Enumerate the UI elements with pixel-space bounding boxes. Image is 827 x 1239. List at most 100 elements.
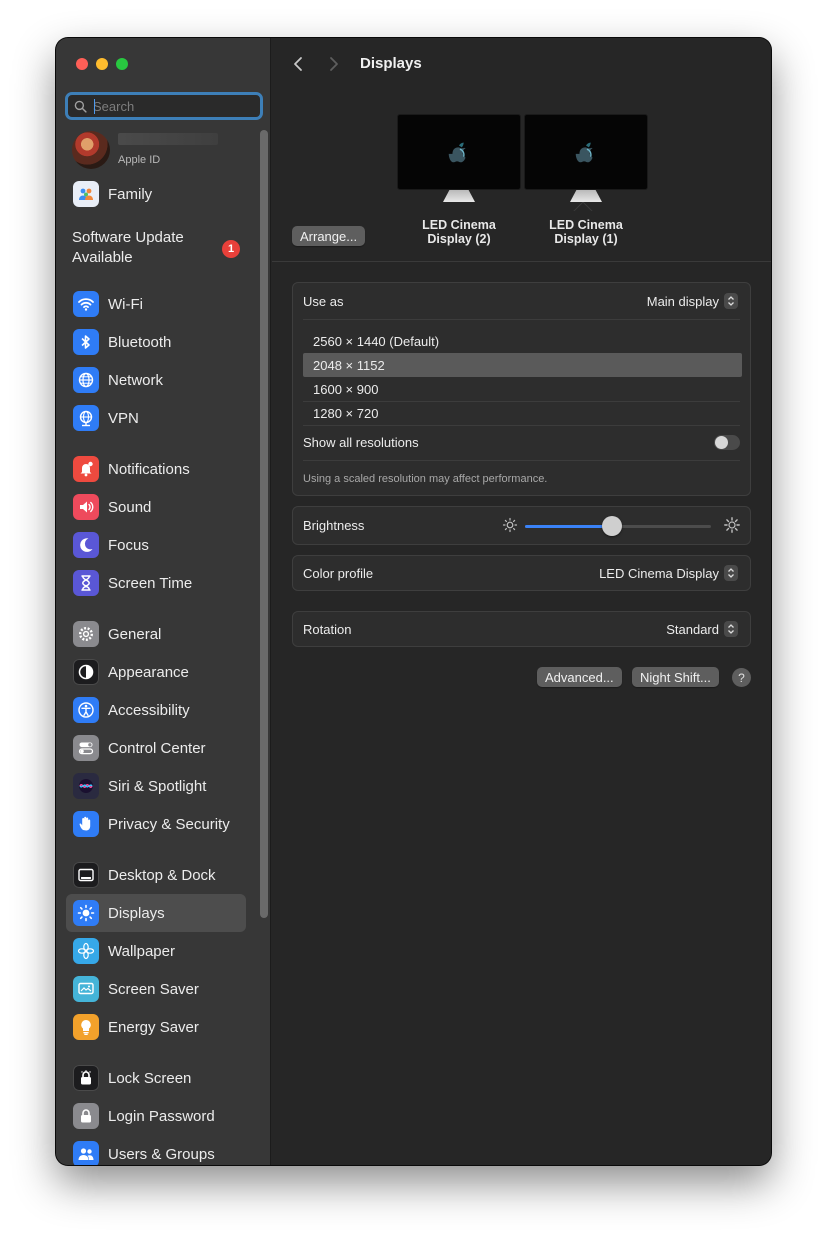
sidebar-item-family[interactable]: Family — [66, 175, 246, 213]
forward-button[interactable] — [324, 54, 344, 74]
speaker-icon — [73, 494, 99, 520]
divider — [303, 319, 740, 320]
color-profile-value: LED Cinema Display — [599, 565, 719, 581]
sidebar-item-control-center[interactable]: Control Center — [66, 729, 246, 767]
lightbulb-icon — [73, 1014, 99, 1040]
sidebar-item-login-password[interactable]: Login Password — [66, 1097, 246, 1135]
globe-icon — [73, 367, 99, 393]
resolution-option[interactable]: 2048 × 1152 — [303, 353, 742, 377]
sidebar-item-appearance[interactable]: Appearance — [66, 653, 246, 691]
night-shift-button[interactable]: Night Shift... — [632, 667, 719, 687]
accessibility-icon — [73, 697, 99, 723]
moon-icon — [73, 532, 99, 558]
toggle-knob — [715, 436, 728, 449]
resolution-option[interactable]: 1280 × 720 — [303, 401, 742, 425]
sidebar-item-general[interactable]: General — [66, 615, 246, 653]
sidebar-item-lock-screen[interactable]: Lock Screen — [66, 1059, 246, 1097]
display-1-label: LED Cinema Display (1) — [549, 218, 623, 246]
sidebar-item-displays[interactable]: Displays — [66, 894, 246, 932]
display-2-thumbnail[interactable]: LED Cinema Display (2) — [397, 114, 521, 246]
use-as-value: Main display — [646, 293, 719, 309]
color-profile-popup[interactable]: LED Cinema Display — [599, 565, 738, 581]
display-1-thumbnail[interactable]: LED Cinema Display (1) — [524, 114, 648, 246]
sidebar-item-users-groups[interactable]: Users & Groups — [66, 1135, 246, 1165]
display-2-screen — [397, 114, 521, 190]
sidebar-item-bluetooth[interactable]: Bluetooth — [66, 323, 246, 361]
use-as-popup[interactable]: Main display — [647, 293, 738, 309]
resolution-option[interactable]: 2560 × 1440 (Default) — [303, 329, 742, 353]
sidebar-scrollbar[interactable] — [260, 130, 268, 918]
display-arrangement: LED Cinema Display (2) LED Cinema Display … — [272, 88, 771, 262]
minimize-button[interactable] — [96, 58, 108, 70]
bell-icon — [73, 456, 99, 482]
text-caret — [94, 99, 95, 114]
apple-id-label: Apple ID — [118, 154, 161, 166]
use-as-label: Use as — [303, 294, 344, 309]
sidebar-item-label: Bluetooth — [108, 333, 172, 351]
sidebar-item-privacy-security[interactable]: Privacy & Security — [66, 805, 246, 843]
sidebar-item-label: Login Password — [108, 1107, 215, 1125]
users-icon — [73, 1141, 99, 1165]
sidebar-item-network[interactable]: Network — [66, 361, 246, 399]
sidebar-item-vpn[interactable]: VPN — [66, 399, 246, 437]
sidebar-item-label: General — [108, 625, 162, 643]
sidebar-item-label: Privacy & Security — [108, 815, 230, 833]
sidebar-item-screen-saver[interactable]: Screen Saver — [66, 970, 246, 1008]
lock-icon — [73, 1065, 99, 1091]
back-button[interactable] — [288, 54, 308, 74]
display-1-stand — [570, 190, 602, 202]
close-button[interactable] — [76, 58, 88, 70]
flower-icon — [73, 938, 99, 964]
sidebar-item-label: Screen Time — [108, 574, 193, 592]
brightness-high-icon — [724, 517, 740, 533]
divider — [303, 425, 740, 426]
arrange-button[interactable]: Arrange... — [292, 226, 366, 246]
sidebar-item-wallpaper[interactable]: Wallpaper — [66, 932, 246, 970]
sidebar-item-desktop-dock[interactable]: Desktop & Dock — [66, 856, 246, 894]
brightness-slider-fill — [525, 525, 613, 528]
sidebar-item-energy-saver[interactable]: Energy Saver — [66, 1008, 246, 1046]
advanced-button[interactable]: Advanced... — [537, 667, 622, 687]
brightness-slider-thumb[interactable] — [602, 516, 623, 536]
apple-id-row[interactable]: Apple ID — [72, 130, 252, 170]
sun-icon — [73, 900, 99, 926]
sidebar-item-focus[interactable]: Focus — [66, 526, 246, 564]
sidebar-item-siri-spotlight[interactable]: Siri & Spotlight — [66, 767, 246, 805]
siri-icon — [73, 773, 99, 799]
sidebar-item-label: Focus — [108, 536, 149, 554]
rotation-value: Standard — [666, 621, 719, 637]
search-field[interactable] — [65, 92, 263, 120]
brightness-label: Brightness — [303, 518, 365, 533]
sidebar-item-label: Lock Screen — [108, 1069, 192, 1087]
chevron-right-icon — [330, 57, 338, 71]
resolution-option[interactable]: 1600 × 900 — [303, 377, 742, 401]
apple-wallpaper-icon — [448, 142, 466, 163]
window-controls — [76, 58, 128, 70]
sidebar-item-sound[interactable]: Sound — [66, 488, 246, 526]
sidebar-item-label: Screen Saver — [108, 980, 199, 998]
sidebar-item-notifications[interactable]: Notifications — [66, 450, 246, 488]
displays-pane: Displays LED Cinema Display (2) LED Cinem… — [272, 38, 771, 1165]
sidebar-item-label: Accessibility — [108, 701, 190, 719]
color-profile-label: Color profile — [303, 566, 374, 581]
hourglass-icon — [73, 570, 99, 596]
rotation-label: Rotation — [303, 622, 352, 637]
scaled-note: Using a scaled resolution may affect per… — [303, 473, 548, 485]
rotation-popup[interactable]: Standard — [666, 621, 738, 637]
show-all-toggle[interactable] — [714, 435, 740, 450]
chevron-updown-icon — [724, 565, 738, 581]
sidebar-item-screen-time[interactable]: Screen Time — [66, 564, 246, 602]
search-icon — [74, 100, 87, 113]
settings-window: Apple ID Family Software Update Availabl… — [56, 38, 771, 1165]
sidebar-item-wi-fi[interactable]: Wi-Fi — [66, 285, 246, 323]
avatar — [72, 131, 110, 169]
zoom-button[interactable] — [116, 58, 128, 70]
search-input[interactable] — [93, 98, 253, 114]
sidebar-item-label: VPN — [108, 409, 139, 427]
sidebar-item-label: Energy Saver — [108, 1018, 199, 1036]
sidebar-item-accessibility[interactable]: Accessibility — [66, 691, 246, 729]
resolution-group: Use as Main display 2560 × 1440 (Default… — [292, 282, 751, 496]
page-title: Displays — [360, 55, 422, 72]
help-button[interactable]: ? — [732, 668, 751, 687]
software-update-label[interactable]: Software Update Available — [72, 228, 212, 268]
